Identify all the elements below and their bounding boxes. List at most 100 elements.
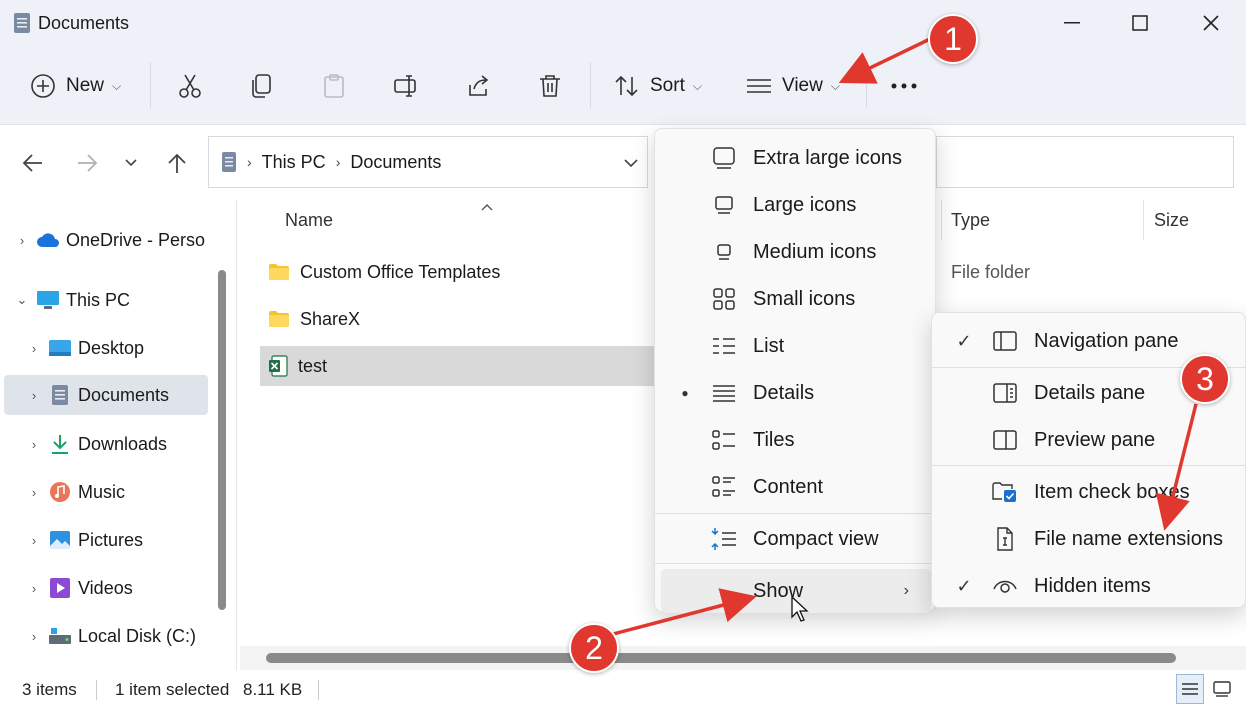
excel-icon [269, 355, 288, 377]
menu-divider [932, 465, 1246, 466]
column-header-size[interactable]: Size [1154, 210, 1189, 231]
compact-view-icon [709, 527, 739, 551]
sidebar-item-pictures[interactable]: › Pictures [20, 520, 208, 560]
chevron-right-icon[interactable]: › [20, 581, 48, 596]
chevron-right-icon[interactable]: › [20, 533, 48, 548]
sidebar-item-documents[interactable]: › Documents [4, 375, 208, 415]
chevron-right-icon: › [903, 582, 909, 599]
sidebar-item-music[interactable]: › Music [20, 472, 208, 512]
menu-item-details[interactable]: ● Details [661, 371, 931, 415]
minimize-button[interactable] [1052, 8, 1092, 38]
recent-locations-button[interactable] [116, 148, 146, 178]
desktop-icon [48, 337, 72, 359]
menu-item-label: Medium icons [753, 240, 877, 263]
disk-icon [48, 625, 72, 647]
small-icons-icon [709, 287, 739, 311]
sidebar-scrollbar[interactable] [218, 270, 226, 610]
chevron-down-icon [125, 159, 137, 167]
sidebar-item-downloads[interactable]: › Downloads [20, 424, 208, 464]
view-button[interactable]: View ⌵ [746, 66, 840, 106]
column-divider[interactable] [1143, 200, 1144, 240]
large-icons-icon [709, 193, 739, 217]
cut-button[interactable] [177, 66, 203, 106]
minimize-icon [1064, 22, 1080, 24]
sidebar-item-videos[interactable]: › Videos [20, 568, 208, 608]
sort-ascending-icon [480, 196, 494, 217]
new-button[interactable]: New ⌵ [30, 66, 121, 106]
view-menu: Extra large icons Large icons Medium ico… [654, 128, 936, 613]
maximize-button[interactable] [1120, 8, 1160, 38]
share-icon [469, 75, 489, 96]
chevron-right-icon[interactable]: › [8, 233, 36, 248]
large-icons-view-toggle[interactable] [1208, 674, 1236, 704]
chevron-right-icon[interactable]: › [20, 485, 48, 500]
toolbar-divider [866, 62, 867, 108]
submenu-item-preview-pane[interactable]: Preview pane [938, 418, 1246, 462]
forward-button[interactable] [72, 148, 102, 178]
sidebar-item-local-disk[interactable]: › Local Disk (C:) [20, 616, 208, 656]
submenu-item-file-name-extensions[interactable]: File name extensions [938, 517, 1246, 561]
share-button[interactable] [466, 66, 492, 106]
paste-icon [324, 74, 344, 98]
chevron-right-icon[interactable]: › [20, 437, 48, 452]
documents-icon [48, 384, 72, 406]
download-icon [48, 433, 72, 455]
submenu-item-label: Item check boxes [1034, 480, 1190, 503]
column-divider[interactable] [941, 200, 942, 240]
status-item-count: 3 items [22, 680, 77, 699]
address-dropdown-icon[interactable] [623, 152, 639, 173]
chevron-right-icon[interactable]: › [20, 629, 48, 644]
toolbar-divider [150, 62, 151, 108]
paste-button[interactable] [322, 66, 346, 106]
menu-item-label: Details [753, 381, 815, 404]
menu-item-large-icons[interactable]: Large icons [661, 183, 931, 227]
sidebar-item-label: OneDrive - Perso [66, 229, 206, 250]
menu-item-extra-large-icons[interactable]: Extra large icons [661, 136, 931, 180]
menu-item-compact-view[interactable]: Compact view [661, 517, 931, 561]
chevron-right-icon[interactable]: › [20, 341, 48, 356]
up-button[interactable] [162, 148, 192, 178]
menu-item-small-icons[interactable]: Small icons [661, 277, 931, 321]
file-row-custom-office-templates[interactable]: Custom Office Templates [260, 252, 660, 292]
submenu-item-item-check-boxes[interactable]: Item check boxes [938, 470, 1246, 514]
submenu-item-hidden-items[interactable]: ✓ Hidden items [938, 564, 1246, 608]
copy-button[interactable] [250, 66, 274, 106]
more-options-button[interactable] [890, 66, 918, 106]
file-row-test[interactable]: test [260, 346, 660, 386]
horizontal-scrollbar-thumb[interactable] [266, 653, 1176, 663]
menu-item-list[interactable]: List [661, 324, 931, 368]
folder-icon [269, 311, 289, 327]
sidebar-item-this-pc[interactable]: ⌄ This PC [8, 280, 212, 320]
search-input[interactable] [936, 136, 1234, 188]
copy-icon [252, 74, 271, 98]
annotation-badge-1: 1 [928, 14, 978, 64]
pictures-icon [48, 529, 72, 551]
sidebar-item-onedrive[interactable]: › OneDrive - Perso [8, 220, 212, 260]
navigation-pane: › OneDrive - Perso ⌄ This PC › Desktop ›… [0, 205, 236, 665]
chevron-right-icon[interactable]: › [20, 388, 48, 403]
column-header-type[interactable]: Type [951, 210, 990, 231]
annotation-badge-3: 3 [1180, 354, 1230, 404]
file-name: test [298, 355, 328, 376]
file-row-sharex[interactable]: ShareX [260, 299, 660, 339]
menu-item-medium-icons[interactable]: Medium icons [661, 230, 931, 274]
check-icon: ✓ [956, 575, 972, 596]
list-icon [709, 334, 739, 358]
chevron-down-icon[interactable]: ⌄ [8, 292, 36, 308]
rename-button[interactable] [393, 66, 419, 106]
breadcrumb-this-pc[interactable]: This PC [262, 152, 326, 173]
menu-item-tiles[interactable]: Tiles [661, 418, 931, 462]
column-header-name[interactable]: Name [285, 210, 333, 231]
sidebar-item-desktop[interactable]: › Desktop [20, 328, 208, 368]
toolbar-divider [590, 62, 591, 108]
breadcrumb-documents[interactable]: Documents [350, 152, 441, 173]
close-button[interactable] [1191, 8, 1231, 38]
menu-item-label: Content [753, 475, 824, 498]
details-view-toggle[interactable] [1176, 674, 1204, 704]
sort-icon [615, 75, 638, 97]
delete-button[interactable] [538, 66, 562, 106]
sort-button[interactable]: Sort ⌵ [614, 66, 702, 106]
back-button[interactable] [18, 148, 48, 178]
address-bar[interactable]: › This PC › Documents [208, 136, 648, 188]
menu-item-content[interactable]: Content [661, 465, 931, 509]
